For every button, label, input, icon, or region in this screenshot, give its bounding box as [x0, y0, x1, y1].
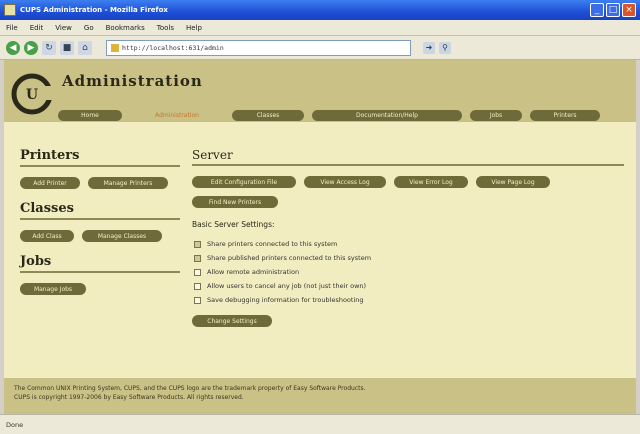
page-content: U Administration Home Administration Cla…: [4, 60, 636, 414]
add-class-button[interactable]: Add Class: [20, 230, 74, 242]
tab-administration[interactable]: Administration: [130, 110, 224, 121]
checkbox[interactable]: [194, 240, 201, 248]
forward-icon[interactable]: ▶: [24, 40, 38, 55]
manage-classes-button[interactable]: Manage Classes: [82, 230, 162, 242]
setting-cancel-any-job[interactable]: Allow users to cancel any job (not just …: [194, 279, 624, 293]
view-access-log-button[interactable]: View Access Log: [304, 176, 386, 188]
cups-logo-icon: U: [11, 73, 56, 115]
main-tabs: Home Administration Classes Documentatio…: [58, 110, 600, 121]
address-bar[interactable]: http://localhost:631/admin: [106, 39, 411, 56]
checkbox[interactable]: [194, 254, 201, 262]
tab-documentation-help[interactable]: Documentation/Help: [312, 110, 462, 121]
setting-remote-admin[interactable]: Allow remote administration: [194, 265, 624, 279]
tab-home[interactable]: Home: [58, 110, 122, 121]
tab-classes[interactable]: Classes: [232, 110, 304, 121]
divider: [20, 218, 180, 220]
window-titlebar: CUPS Administration - Mozilla Firefox _ …: [0, 0, 640, 20]
left-column: Printers Add Printer Manage Printers Cla…: [20, 148, 180, 307]
navigation-toolbar: ◀ ▶ ↻ ■ ⌂ http://localhost:631/admin ➜ ⚲: [0, 36, 640, 60]
page-header: U Administration Home Administration Cla…: [4, 60, 636, 122]
reload-icon[interactable]: ↻: [42, 40, 56, 55]
checkbox[interactable]: [194, 268, 201, 276]
setting-share-published[interactable]: Share published printers connected to th…: [194, 251, 624, 265]
checkbox[interactable]: [194, 282, 201, 290]
status-text: Done: [6, 420, 24, 429]
close-button[interactable]: ×: [622, 3, 636, 17]
tab-printers[interactable]: Printers: [530, 110, 600, 121]
menu-edit[interactable]: Edit: [30, 24, 44, 32]
classes-heading: Classes: [20, 201, 74, 216]
favicon-icon: [111, 43, 119, 52]
menu-view[interactable]: View: [55, 24, 72, 32]
divider: [192, 164, 624, 166]
minimize-button[interactable]: _: [590, 3, 604, 17]
menu-file[interactable]: File: [6, 24, 18, 32]
status-bar: Done: [0, 414, 640, 434]
divider: [20, 165, 180, 167]
menu-bar: File Edit View Go Bookmarks Tools Help: [0, 20, 640, 36]
divider: [20, 271, 180, 273]
jobs-heading: Jobs: [20, 254, 52, 269]
checkbox[interactable]: [194, 296, 201, 304]
change-settings-button[interactable]: Change Settings: [192, 315, 272, 327]
search-icon[interactable]: ⚲: [439, 41, 451, 54]
menu-go[interactable]: Go: [84, 24, 94, 32]
go-icon[interactable]: ➜: [423, 41, 435, 54]
home-icon[interactable]: ⌂: [78, 40, 92, 55]
footer-trademark: The Common UNIX Printing System, CUPS, a…: [14, 385, 366, 392]
find-new-printers-button[interactable]: Find New Printers: [192, 196, 278, 208]
page-title: Administration: [62, 72, 203, 90]
footer-copyright: CUPS is copyright 1997-2006 by Easy Soft…: [14, 394, 244, 401]
settings-list: Share printers connected to this system …: [194, 237, 624, 307]
server-heading: Server: [192, 148, 233, 162]
server-section: Server Edit Configuration File View Acce…: [192, 148, 624, 327]
setting-share-printers[interactable]: Share printers connected to this system: [194, 237, 624, 251]
menu-bookmarks[interactable]: Bookmarks: [106, 24, 145, 32]
back-icon[interactable]: ◀: [6, 40, 20, 55]
svg-text:U: U: [26, 87, 38, 103]
view-error-log-button[interactable]: View Error Log: [394, 176, 468, 188]
maximize-button[interactable]: □: [606, 3, 620, 17]
manage-printers-button[interactable]: Manage Printers: [88, 177, 168, 189]
window-title: CUPS Administration - Mozilla Firefox: [20, 6, 168, 14]
tab-jobs[interactable]: Jobs: [470, 110, 522, 121]
menu-tools[interactable]: Tools: [157, 24, 174, 32]
page-footer: The Common UNIX Printing System, CUPS, a…: [4, 378, 636, 414]
browser-icon: [4, 4, 16, 16]
printers-heading: Printers: [20, 148, 80, 163]
menu-help[interactable]: Help: [186, 24, 202, 32]
view-page-log-button[interactable]: View Page Log: [476, 176, 550, 188]
settings-heading: Basic Server Settings:: [192, 220, 275, 229]
add-printer-button[interactable]: Add Printer: [20, 177, 80, 189]
stop-icon[interactable]: ■: [60, 40, 74, 55]
manage-jobs-button[interactable]: Manage Jobs: [20, 283, 86, 295]
edit-config-button[interactable]: Edit Configuration File: [192, 176, 296, 188]
address-url: http://localhost:631/admin: [122, 43, 224, 52]
setting-debug-logging[interactable]: Save debugging information for troublesh…: [194, 293, 624, 307]
